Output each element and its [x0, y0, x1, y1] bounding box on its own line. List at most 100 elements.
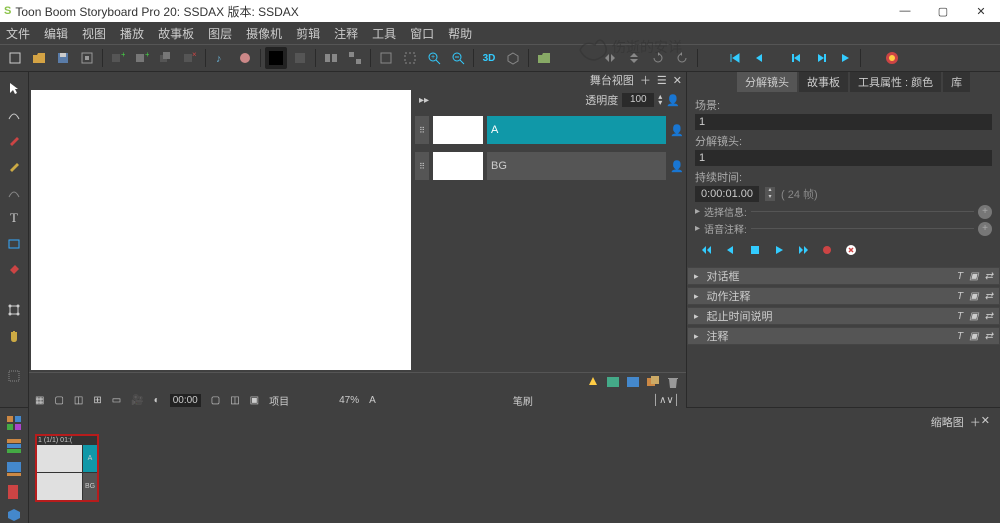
transfer-icon[interactable]: ⇄ — [985, 311, 993, 322]
menu-camera[interactable]: 摄像机 — [246, 25, 282, 42]
ungroup-icon[interactable] — [399, 47, 421, 69]
duration-value[interactable]: 0:00:01.00 — [695, 186, 759, 202]
view-toggle-5-icon[interactable]: ▢ — [211, 395, 220, 406]
panel-add-icon[interactable]: ＋ — [640, 72, 651, 88]
menu-window[interactable]: 窗口 — [410, 25, 434, 42]
duration-stepper[interactable]: ▴▾ — [765, 187, 775, 201]
thumbnails-close-icon[interactable]: ✕ — [981, 414, 990, 430]
workspace-pdf-icon[interactable] — [4, 483, 24, 500]
light-table-icon[interactable] — [586, 375, 600, 389]
panel-value[interactable]: 1 — [695, 150, 992, 166]
transfer-icon[interactable]: ⇄ — [985, 271, 993, 282]
opacity-value[interactable]: 100 — [622, 93, 654, 107]
menu-view[interactable]: 视图 — [82, 25, 106, 42]
forward-icon[interactable] — [795, 242, 811, 258]
transform-tool-icon[interactable] — [4, 300, 24, 320]
spline-tool-icon[interactable] — [4, 104, 24, 124]
collapse-handle-icon[interactable]: │∧∨│ — [653, 395, 680, 406]
delete-panel-icon[interactable]: × — [179, 47, 201, 69]
prev-keyframe-icon[interactable] — [786, 47, 808, 69]
menu-tools[interactable]: 工具 — [372, 25, 396, 42]
play-icon[interactable] — [834, 47, 856, 69]
stop-icon[interactable] — [747, 242, 763, 258]
visibility-icon[interactable]: 👤 — [666, 94, 680, 107]
menu-help[interactable]: 帮助 — [448, 25, 472, 42]
3d-icon[interactable]: 3D — [478, 47, 500, 69]
image-icon[interactable] — [606, 375, 620, 389]
timecode-icon[interactable]: 00:00 — [170, 394, 201, 407]
onion-toggle-icon[interactable]: ◐ — [154, 395, 160, 406]
flip-h-icon[interactable] — [599, 47, 621, 69]
record-icon[interactable] — [819, 242, 835, 258]
text-format-icon[interactable]: T — [957, 291, 963, 302]
menu-edit[interactable]: 编辑 — [44, 25, 68, 42]
flip-v-icon[interactable] — [623, 47, 645, 69]
collapse-notes[interactable]: ▸ 注释 T▣⇄ — [687, 327, 1000, 345]
first-frame-icon[interactable] — [724, 47, 746, 69]
transfer-icon[interactable]: ⇄ — [985, 291, 993, 302]
tab-storyboard[interactable]: 故事板 — [799, 72, 848, 92]
zoom-out-icon[interactable] — [447, 47, 469, 69]
add-voice-note-button[interactable]: + — [978, 222, 992, 236]
black-swatch-icon[interactable] — [265, 47, 287, 69]
menu-clip[interactable]: 剪辑 — [296, 25, 320, 42]
layer-name[interactable]: A — [487, 116, 666, 144]
layer-handle-icon[interactable]: ⠿ — [415, 116, 429, 144]
arrange-icon[interactable] — [320, 47, 342, 69]
layer-person-icon[interactable]: 👤 — [670, 124, 684, 137]
tab-tool-props[interactable]: 工具属性 : 颜色 — [850, 72, 941, 92]
view-toggle-3-icon[interactable]: ⊞ — [93, 395, 101, 406]
cube-icon[interactable] — [502, 47, 524, 69]
view-toggle-6-icon[interactable]: ◫ — [230, 395, 239, 406]
play-transport-icon[interactable] — [771, 242, 787, 258]
folder-icon[interactable] — [533, 47, 555, 69]
music-icon[interactable]: ♪ — [210, 47, 232, 69]
collapse-action[interactable]: ▸ 动作注释 T▣⇄ — [687, 287, 1000, 305]
maximize-button[interactable]: ▢ — [936, 5, 950, 18]
layer-nav-icon[interactable]: ▸▸ — [419, 95, 429, 106]
menu-storyboard[interactable]: 故事板 — [158, 25, 194, 42]
next-keyframe-icon[interactable] — [810, 47, 832, 69]
layer-name[interactable]: BG — [487, 152, 666, 180]
prev-frame-icon[interactable] — [748, 47, 770, 69]
paint-bucket-icon[interactable] — [4, 260, 24, 280]
thumbnail-layer-a[interactable]: A — [83, 445, 97, 472]
copy-icon[interactable] — [646, 375, 660, 389]
library-icon[interactable] — [626, 375, 640, 389]
tab-panel[interactable]: 分解镜头 — [737, 72, 797, 92]
prev-icon[interactable] — [723, 242, 739, 258]
camera-toggle-icon[interactable]: 🎥 — [131, 395, 143, 406]
new-project-icon[interactable] — [4, 47, 26, 69]
rewind-icon[interactable] — [699, 242, 715, 258]
select-tool-icon[interactable] — [4, 78, 24, 98]
color-wheel-icon[interactable] — [881, 47, 903, 69]
menu-caption[interactable]: 注释 — [334, 25, 358, 42]
view-toggle-7-icon[interactable]: ▣ — [250, 395, 259, 406]
copy-text-icon[interactable]: ▣ — [969, 311, 978, 322]
distribute-icon[interactable] — [344, 47, 366, 69]
render-icon[interactable] — [289, 47, 311, 69]
workspace-vertical-icon[interactable] — [4, 437, 24, 454]
zoom-level[interactable]: 47% — [339, 395, 359, 406]
hand-tool-icon[interactable] — [4, 326, 24, 346]
menu-play[interactable]: 播放 — [120, 25, 144, 42]
settings-icon[interactable] — [76, 47, 98, 69]
delete-recording-icon[interactable] — [843, 242, 859, 258]
add-select-info-button[interactable]: + — [978, 205, 992, 219]
brush-tool-icon[interactable] — [4, 130, 24, 150]
text-format-icon[interactable]: T — [957, 311, 963, 322]
text-tool-icon[interactable]: T — [4, 208, 24, 228]
text-format-icon[interactable]: T — [957, 271, 963, 282]
panel-menu-icon[interactable]: ☰ — [657, 74, 667, 87]
panel-thumbnail[interactable]: 1 (1/1) 01:( A BG — [35, 434, 99, 502]
collapse-dialog[interactable]: ▸ 对话框 T▣⇄ — [687, 267, 1000, 285]
new-scene-icon[interactable]: + — [107, 47, 129, 69]
view-toggle-4-icon[interactable]: ▭ — [112, 395, 121, 406]
open-project-icon[interactable] — [28, 47, 50, 69]
menu-layer[interactable]: 图层 — [208, 25, 232, 42]
layer-handle-icon[interactable]: ⠿ — [415, 152, 429, 180]
minimize-button[interactable]: — — [898, 5, 912, 18]
layer-row[interactable]: ⠿ BG 👤 — [415, 150, 684, 182]
rotate-ccw-icon[interactable] — [671, 47, 693, 69]
workspace-overview-icon[interactable] — [4, 414, 24, 431]
